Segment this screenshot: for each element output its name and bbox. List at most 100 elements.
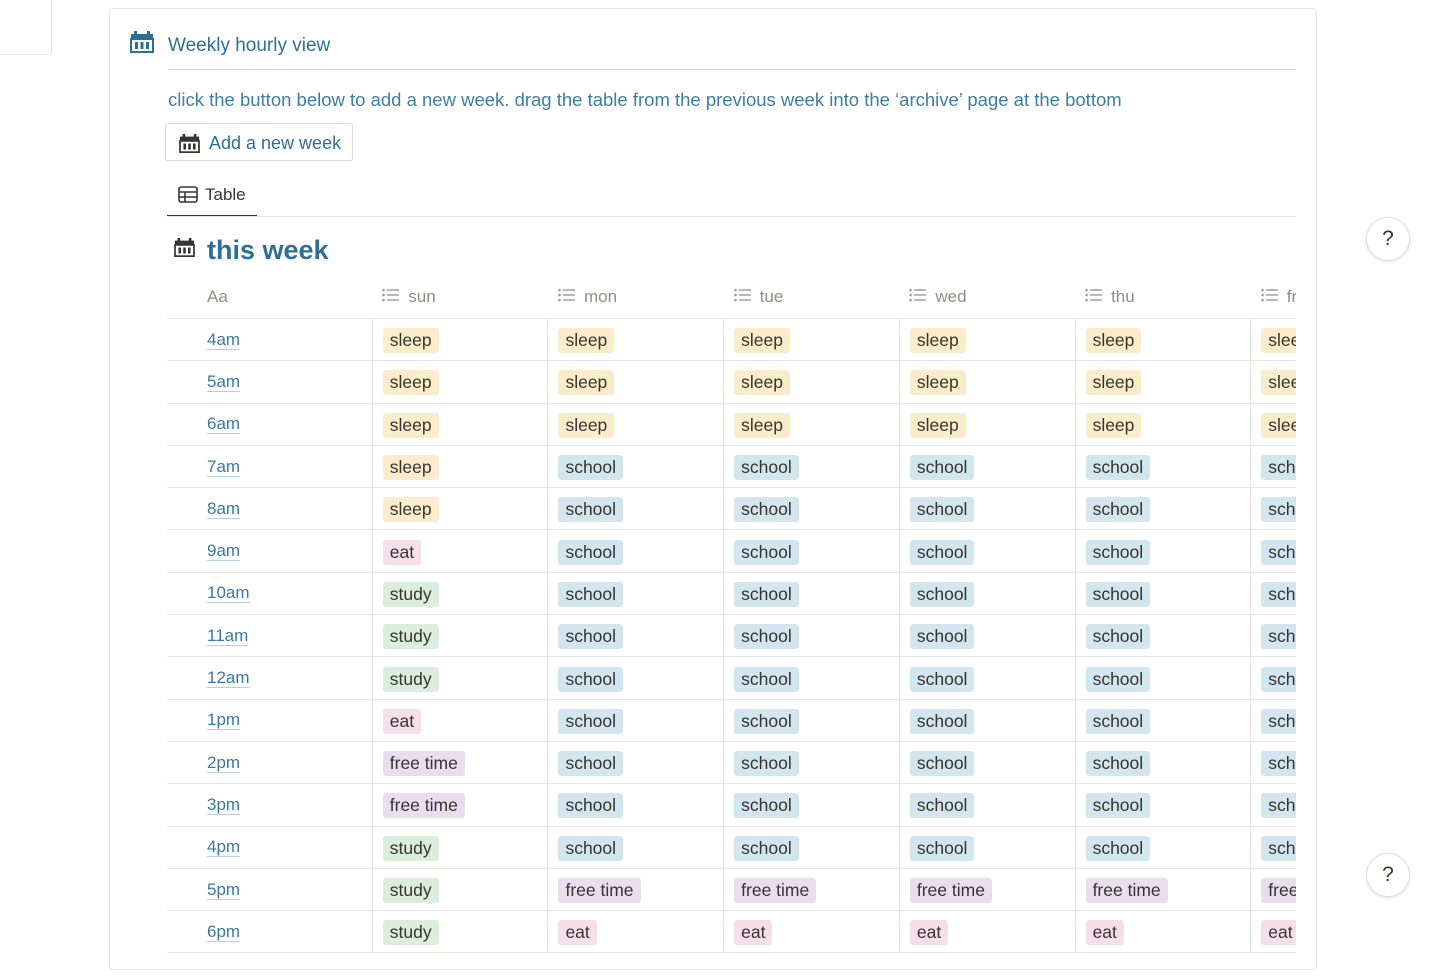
day-cell[interactable]: school — [1075, 445, 1252, 489]
day-cell[interactable]: school — [1075, 741, 1252, 785]
database-title[interactable]: this week — [174, 235, 474, 269]
day-cell[interactable]: school — [1250, 529, 1296, 573]
day-cell[interactable]: school — [723, 529, 900, 573]
day-cell[interactable]: school — [723, 487, 900, 531]
time-label[interactable]: 1pm — [207, 710, 241, 731]
day-cell[interactable]: study — [372, 826, 549, 869]
day-cell[interactable]: free time — [372, 783, 549, 827]
time-label[interactable]: 4pm — [207, 837, 241, 858]
time-label[interactable]: 9am — [207, 541, 241, 562]
day-cell[interactable]: school — [1075, 614, 1252, 658]
time-cell[interactable]: 10am — [167, 572, 373, 616]
day-cell[interactable]: school — [1075, 826, 1252, 869]
time-label[interactable]: 12am — [207, 668, 250, 689]
column-header-wed[interactable]: wed — [899, 276, 1076, 319]
time-label[interactable]: 11am — [207, 625, 249, 646]
day-cell[interactable]: sleep — [1250, 403, 1296, 446]
day-cell[interactable]: study — [372, 910, 549, 954]
time-cell[interactable]: 3pm — [167, 783, 373, 827]
time-label[interactable]: 5am — [207, 371, 241, 392]
time-cell[interactable]: 1pm — [167, 699, 373, 742]
time-label[interactable]: 6pm — [207, 921, 241, 942]
column-header-name[interactable]: Aa — [167, 276, 373, 319]
day-cell[interactable]: school — [899, 783, 1076, 827]
day-cell[interactable]: sleep — [1075, 360, 1252, 404]
help-button[interactable]: ? — [1366, 853, 1410, 897]
day-cell[interactable]: free time — [1075, 868, 1252, 912]
day-cell[interactable]: school — [899, 656, 1076, 700]
day-cell[interactable]: free time — [723, 868, 900, 912]
day-cell[interactable]: eat — [1250, 910, 1296, 954]
time-cell[interactable]: 6pm — [167, 910, 373, 954]
day-cell[interactable]: sleep — [547, 403, 725, 446]
day-cell[interactable]: eat — [723, 910, 900, 954]
day-cell[interactable]: school — [1075, 529, 1252, 573]
day-cell[interactable]: free time — [372, 741, 549, 785]
day-cell[interactable]: school — [1250, 783, 1296, 827]
time-label[interactable]: 4am — [207, 329, 241, 350]
day-cell[interactable]: eat — [899, 910, 1076, 954]
day-cell[interactable]: school — [547, 445, 725, 489]
time-label[interactable]: 6am — [207, 414, 241, 435]
time-label[interactable]: 2pm — [207, 752, 241, 773]
day-cell[interactable]: school — [1250, 572, 1296, 616]
day-cell[interactable]: sleep — [1075, 403, 1252, 446]
day-cell[interactable]: school — [899, 699, 1076, 742]
day-cell[interactable]: study — [372, 656, 549, 700]
day-cell[interactable]: school — [1250, 699, 1296, 742]
day-cell[interactable]: school — [1075, 699, 1252, 742]
day-cell[interactable]: school — [723, 699, 900, 742]
tab-table[interactable]: Table — [167, 181, 257, 217]
day-cell[interactable]: school — [547, 487, 725, 531]
day-cell[interactable]: school — [547, 656, 725, 700]
day-cell[interactable]: school — [723, 741, 900, 785]
day-cell[interactable]: school — [547, 529, 725, 573]
day-cell[interactable]: school — [1250, 826, 1296, 869]
day-cell[interactable]: school — [899, 741, 1076, 785]
day-cell[interactable]: study — [372, 868, 549, 912]
time-cell[interactable]: 7am — [167, 445, 373, 489]
help-button[interactable]: ? — [1366, 217, 1410, 261]
day-cell[interactable]: school — [1075, 656, 1252, 700]
day-cell[interactable]: sleep — [372, 403, 549, 446]
day-cell[interactable]: sleep — [899, 360, 1076, 404]
time-cell[interactable]: 12am — [167, 656, 373, 700]
time-label[interactable]: 7am — [207, 456, 241, 477]
day-cell[interactable]: school — [723, 445, 900, 489]
time-cell[interactable]: 4pm — [167, 826, 373, 869]
day-cell[interactable]: sleep — [372, 360, 549, 404]
add-new-week-button[interactable]: Add a new week — [165, 123, 353, 161]
day-cell[interactable]: sleep — [372, 318, 549, 362]
day-cell[interactable]: sleep — [723, 403, 900, 446]
day-cell[interactable]: eat — [1075, 910, 1252, 954]
time-cell[interactable]: 4am — [167, 318, 373, 362]
day-cell[interactable]: school — [899, 572, 1076, 616]
day-cell[interactable]: school — [723, 826, 900, 869]
time-cell[interactable]: 6am — [167, 403, 373, 446]
day-cell[interactable]: school — [1075, 487, 1252, 531]
day-cell[interactable]: school — [547, 783, 725, 827]
column-header-mon[interactable]: mon — [547, 276, 724, 319]
day-cell[interactable]: school — [723, 656, 900, 700]
day-cell[interactable]: eat — [547, 910, 725, 954]
time-cell[interactable]: 11am — [167, 614, 373, 658]
day-cell[interactable]: school — [1250, 614, 1296, 658]
day-cell[interactable]: free time — [547, 868, 725, 912]
day-cell[interactable]: sleep — [723, 318, 900, 362]
time-label[interactable]: 8am — [207, 498, 241, 519]
time-cell[interactable]: 5pm — [167, 868, 373, 912]
time-cell[interactable]: 2pm — [167, 741, 373, 785]
day-cell[interactable]: sleep — [723, 360, 900, 404]
day-cell[interactable]: school — [547, 826, 725, 869]
day-cell[interactable]: school — [1250, 445, 1296, 489]
day-cell[interactable]: school — [899, 487, 1076, 531]
time-label[interactable]: 10am — [207, 583, 250, 604]
day-cell[interactable]: free time — [1250, 868, 1296, 912]
day-cell[interactable]: sleep — [1075, 318, 1252, 362]
day-cell[interactable]: school — [899, 826, 1076, 869]
day-cell[interactable]: eat — [372, 529, 549, 573]
day-cell[interactable]: school — [1250, 656, 1296, 700]
day-cell[interactable]: sleep — [547, 360, 725, 404]
column-header-thu[interactable]: thu — [1075, 276, 1251, 319]
column-header-tue[interactable]: tue — [723, 276, 900, 319]
